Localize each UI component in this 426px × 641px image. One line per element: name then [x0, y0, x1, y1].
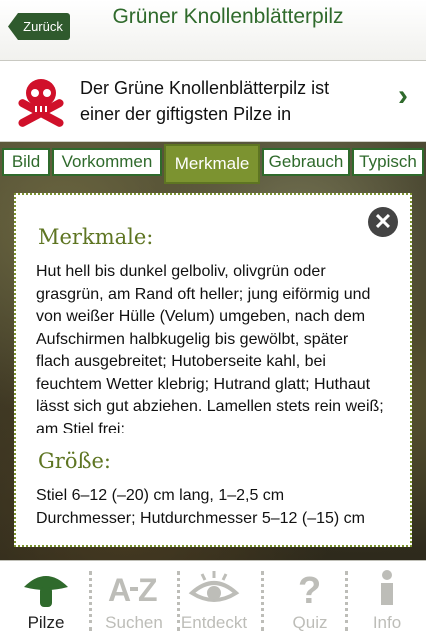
close-icon[interactable]: ✕: [368, 207, 398, 237]
chevron-right-icon[interactable]: ›: [398, 79, 408, 113]
nav-suchen[interactable]: A Z Suchen: [92, 561, 176, 641]
tab-bild[interactable]: Bild: [2, 148, 50, 176]
info-banner[interactable]: Der Grüne Knollenblätterpilz ist einer d…: [0, 61, 426, 142]
back-button[interactable]: Zurück: [8, 13, 70, 40]
tab-bar: Bild Vorkommen Merkmale Gebrauch Typisch: [0, 144, 426, 184]
eye-icon: [188, 571, 240, 602]
a-z-icon: A Z: [108, 572, 158, 608]
nav-entdeckt[interactable]: Entdeckt: [172, 561, 256, 641]
svg-text:?: ?: [298, 570, 321, 609]
section-heading-groesse: Größe:: [38, 449, 111, 473]
nav-label: Quiz: [292, 613, 328, 632]
tab-merkmale[interactable]: Merkmale: [164, 144, 260, 184]
question-icon: ?: [298, 570, 321, 609]
nav-quiz[interactable]: ? Quiz: [268, 561, 352, 641]
header: Zurück Grüner Knollenblätterpilz: [0, 0, 426, 61]
section-heading-merkmale: Merkmale:: [38, 225, 154, 249]
nav-label: Entdeckt: [180, 613, 248, 632]
merkmale-text: Hut hell bis dunkel gelboliv, olivgrün o…: [36, 263, 384, 433]
tab-typisch[interactable]: Typisch: [352, 148, 424, 176]
banner-text: Der Grüne Knollenblätterpilz ist einer d…: [80, 78, 330, 124]
nav-label: Pilze: [27, 613, 65, 632]
nav-pilze[interactable]: Pilze: [4, 561, 88, 641]
tab-vorkommen[interactable]: Vorkommen: [52, 148, 162, 176]
bottom-nav: Pilze A Z Suchen Entdeckt ? Quiz Info: [0, 560, 426, 641]
skull-crossbones-icon: [18, 79, 64, 127]
nav-info[interactable]: Info: [345, 561, 426, 641]
content-card: ✕ Merkmale: Hut hell bis dunkel gelboliv…: [14, 193, 412, 547]
tab-gebrauch[interactable]: Gebrauch: [262, 148, 350, 176]
svg-text:Z: Z: [138, 572, 158, 608]
svg-text:A: A: [108, 572, 131, 608]
groesse-text: Stiel 6–12 (–20) cm lang, 1–2,5 cm Durch…: [36, 487, 366, 527]
info-icon: [381, 570, 393, 605]
nav-label: Suchen: [105, 613, 163, 632]
page-title: Grüner Knollenblätterpilz: [112, 5, 344, 28]
nav-label: Info: [372, 613, 402, 632]
mushroom-icon: [24, 576, 68, 607]
nav-divider: [261, 571, 264, 631]
